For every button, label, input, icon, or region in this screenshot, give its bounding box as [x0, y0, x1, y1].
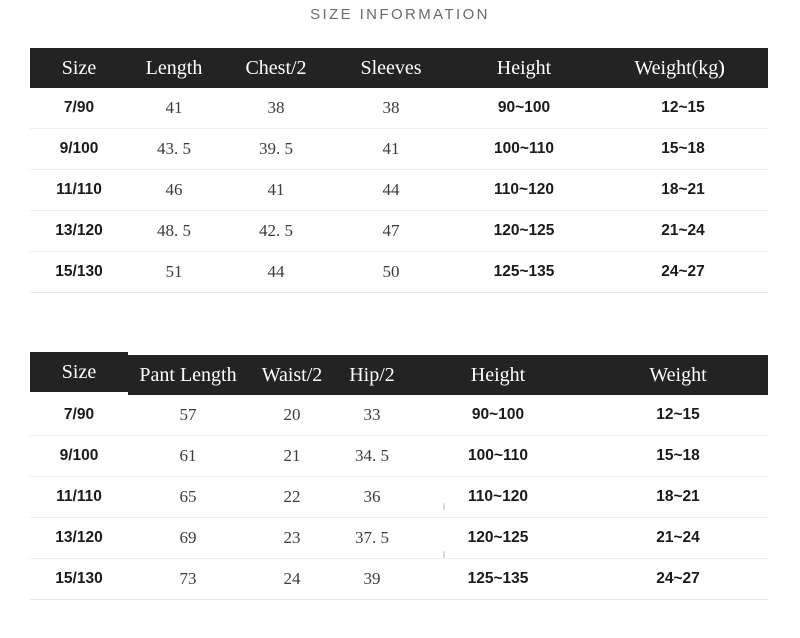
cell-chest: 44 [220, 251, 332, 293]
cell-size: 13/120 [30, 517, 128, 559]
cell-hip: 37. 5 [336, 517, 408, 559]
cell-height: 120~125 [450, 210, 598, 252]
table-row: 7/90 41 38 38 90~100 12~15 [30, 88, 768, 129]
cell-waist: 20 [248, 395, 336, 436]
cell-length: 41 [128, 88, 220, 129]
cell-size: 9/100 [30, 435, 128, 477]
table-row: 9/100 43. 5 39. 5 41 100~110 15~18 [30, 128, 768, 170]
cell-size: 11/110 [30, 169, 128, 211]
cell-weight: 12~15 [598, 88, 768, 129]
cell-weight: 24~27 [588, 558, 768, 600]
cell-chest: 39. 5 [220, 128, 332, 170]
column-header-weight-kg: Weight(kg)) [598, 48, 768, 88]
column-header-pant-length: Pant Length [128, 355, 248, 395]
bottom-size-table: Size Pant Length Waist/2 Hip/2 Height We… [30, 352, 768, 600]
cell-hip: 33 [336, 395, 408, 436]
top-size-table: Size Length Chest/2 Sleeves Height Weigh… [30, 48, 768, 293]
cell-height: 100~110 [408, 435, 588, 477]
cell-height: 90~100 [450, 88, 598, 129]
column-header-height: Height [408, 355, 588, 395]
column-header-size: Size [30, 48, 128, 88]
cell-size: 13/120 [30, 210, 128, 252]
cell-weight: 15~18 [598, 128, 768, 170]
cell-sleeves: 50 [332, 251, 450, 293]
cell-hip: 36 [336, 476, 408, 518]
cell-waist: 24 [248, 558, 336, 600]
table-row: 11/110 46 41 44 110~120 18~21 [30, 169, 768, 211]
size-information-page: SIZE INFORMATION Size Length Chest/2 Sle… [0, 0, 800, 638]
cell-pant-length: 69 [128, 517, 248, 559]
cell-hip: 34. 5 [336, 435, 408, 477]
cell-sleeves: 41 [332, 128, 450, 170]
column-header-sleeves: Sleeves [332, 48, 450, 88]
cell-weight: 15~18 [588, 435, 768, 477]
column-header-waist: Waist/2 [248, 355, 336, 395]
cell-height: 120~125 [408, 517, 588, 559]
cell-hip: 39 [336, 558, 408, 600]
cell-pant-length: 61 [128, 435, 248, 477]
cell-chest: 42. 5 [220, 210, 332, 252]
cell-sleeves: 38 [332, 88, 450, 129]
cell-sleeves: 47 [332, 210, 450, 252]
cell-sleeves: 44 [332, 169, 450, 211]
column-header-chest: Chest/2 [220, 48, 332, 88]
cell-pant-length: 73 [128, 558, 248, 600]
cell-height: 110~120 [450, 169, 598, 211]
table-row: 13/120 69 23 37. 5 120~125 21~24 [30, 517, 768, 559]
cell-length: 51 [128, 251, 220, 293]
cell-length: 46 [128, 169, 220, 211]
cell-pant-length: 57 [128, 395, 248, 436]
cell-pant-length: 65 [128, 476, 248, 518]
column-header-hip: Hip/2 [336, 355, 408, 395]
cell-weight: 18~21 [588, 476, 768, 518]
cell-chest: 38 [220, 88, 332, 129]
column-header-weight: Weight [588, 355, 768, 395]
cell-waist: 21 [248, 435, 336, 477]
paren-render-artifact: ) [717, 56, 725, 79]
cell-height: 125~135 [450, 251, 598, 293]
cell-height: 125~135 [408, 558, 588, 600]
table-row: 7/90 57 20 33 90~100 12~15 [30, 395, 768, 436]
column-header-height: Height [450, 48, 598, 88]
cell-weight: 24~27 [598, 251, 768, 293]
cell-weight: 21~24 [588, 517, 768, 559]
cell-length: 48. 5 [128, 210, 220, 252]
cell-size: 11/110 [30, 476, 128, 518]
image-speck-artifact [443, 551, 445, 558]
column-header-size: Size [30, 352, 128, 392]
cell-size: 7/90 [30, 88, 128, 129]
table-row: 15/130 73 24 39 125~135 24~27 [30, 558, 768, 600]
cell-weight: 18~21 [598, 169, 768, 211]
cell-weight: 12~15 [588, 395, 768, 436]
table-header-row: Size Length Chest/2 Sleeves Height Weigh… [30, 48, 768, 88]
cell-waist: 23 [248, 517, 336, 559]
cell-size: 15/130 [30, 558, 128, 600]
table-row: 15/130 51 44 50 125~135 24~27 [30, 251, 768, 293]
cell-weight: 21~24 [598, 210, 768, 252]
page-title: SIZE INFORMATION [310, 6, 490, 23]
cell-size: 9/100 [30, 128, 128, 170]
table-row: 11/110 65 22 36 110~120 18~21 [30, 476, 768, 518]
cell-waist: 22 [248, 476, 336, 518]
cell-chest: 41 [220, 169, 332, 211]
table-row: 9/100 61 21 34. 5 100~110 15~18 [30, 435, 768, 477]
cell-height: 90~100 [408, 395, 588, 436]
cell-size: 7/90 [30, 395, 128, 436]
cell-length: 43. 5 [128, 128, 220, 170]
column-header-length: Length [128, 48, 220, 88]
cell-size: 15/130 [30, 251, 128, 293]
table-row: 13/120 48. 5 42. 5 47 120~125 21~24 [30, 210, 768, 252]
cell-height: 110~120 [408, 476, 588, 518]
column-header-weight-text: Weight(kg) [634, 56, 725, 79]
cell-height: 100~110 [450, 128, 598, 170]
image-speck-artifact [443, 503, 445, 510]
table-header-row: Size Pant Length Waist/2 Hip/2 Height We… [30, 352, 768, 395]
